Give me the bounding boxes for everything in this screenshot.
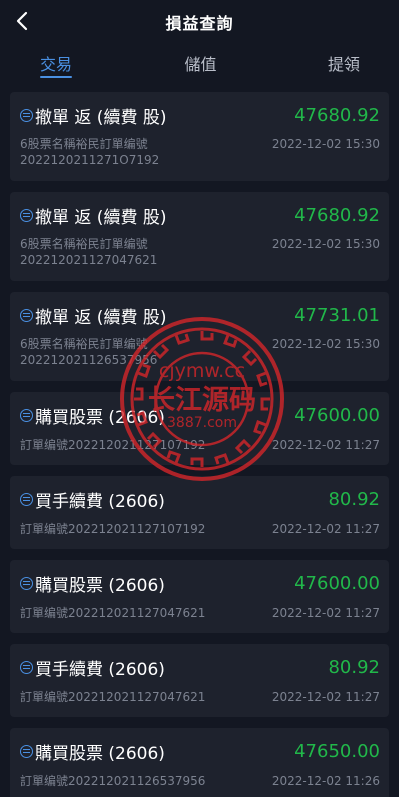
tab-withdraw-label: 提領 (327, 55, 360, 74)
record-name: 買手續費 (2606) (35, 491, 165, 512)
tab-deposit-label: 儲值 (184, 55, 217, 74)
record-order-id: 202212021127047621 (20, 253, 158, 267)
record-time: 2022-12-02 11:27 (271, 606, 380, 620)
record-amount: 47731.01 (294, 304, 380, 326)
menu-circle-icon (20, 744, 33, 758)
record-card[interactable]: 購買股票 (2606) 47600.00 訂單编號202212021127047… (10, 560, 389, 633)
record-time: 2022-12-02 11:27 (271, 438, 380, 452)
record-name: 購買股票 (2606) (35, 743, 165, 764)
page-title: 損益查詢 (165, 14, 234, 33)
record-card[interactable]: 撤單 返 (續費 股) 47680.92 6股票名稱裕民訂單编號 2022-12… (10, 192, 389, 281)
record-time: 2022-12-02 15:30 (271, 237, 380, 251)
record-card[interactable]: 買手續費 (2606) 80.92 訂單编號202212021127047621… (10, 644, 389, 717)
record-card[interactable]: 撤單 返 (續費 股) 47731.01 6股票名稱裕民訂單编號 2022-12… (10, 292, 389, 381)
record-description: 6股票名稱裕民訂單编號 (20, 237, 148, 251)
record-order-id: 2022120211271O7192 (20, 153, 160, 167)
record-order-id: 訂單编號202212021127047621 (20, 690, 206, 704)
record-amount: 80.92 (328, 656, 380, 678)
menu-circle-icon (20, 492, 33, 506)
tab-active-indicator (40, 76, 72, 78)
menu-circle-icon (20, 576, 33, 590)
record-amount: 47600.00 (294, 404, 380, 426)
tab-withdraw[interactable]: 提領 (289, 44, 399, 86)
chevron-left-icon[interactable] (15, 11, 29, 31)
page: 損益查詢 交易 儲值 提領 撤單 返 (續費 股) 47680.92 6股票名稱… (0, 0, 399, 797)
header: 損益查詢 (0, 0, 399, 44)
record-order-id: 202212021126537956 (20, 353, 158, 367)
record-name: 撤單 返 (續費 股) (35, 307, 167, 328)
record-time: 2022-12-02 11:26 (271, 774, 380, 788)
record-name: 購買股票 (2606) (35, 407, 165, 428)
record-time: 2022-12-02 11:27 (271, 522, 380, 536)
record-card[interactable]: 購買股票 (2606) 47600.00 訂單编號202212021127107… (10, 392, 389, 465)
record-order-id: 訂單编號202212021126537956 (20, 774, 206, 788)
menu-circle-icon (20, 408, 33, 422)
record-order-id: 訂單编號202212021127107192 (20, 522, 206, 536)
tab-trade-label: 交易 (39, 55, 72, 74)
record-amount: 47680.92 (294, 104, 380, 126)
record-description: 6股票名稱裕民訂單编號 (20, 137, 148, 151)
record-name: 撤單 返 (續費 股) (35, 107, 167, 128)
menu-circle-icon (20, 108, 33, 122)
tab-trade[interactable]: 交易 (0, 44, 112, 86)
tab-bar: 交易 儲值 提領 (0, 44, 399, 86)
record-order-id: 訂單编號202212021127047621 (20, 606, 206, 620)
back-button[interactable] (10, 8, 34, 34)
record-description: 6股票名稱裕民訂單编號 (20, 337, 148, 351)
record-amount: 47680.92 (294, 204, 380, 226)
record-name: 購買股票 (2606) (35, 575, 165, 596)
record-name: 撤單 返 (續費 股) (35, 207, 167, 228)
record-card[interactable]: 撤單 返 (續費 股) 47680.92 6股票名稱裕民訂單编號 2022-12… (10, 92, 389, 181)
record-card[interactable]: 買手續費 (2606) 80.92 訂單编號202212021127107192… (10, 476, 389, 549)
record-time: 2022-12-02 11:27 (271, 690, 380, 704)
record-order-id: 訂單编號202212021127107192 (20, 438, 206, 452)
record-name: 買手續費 (2606) (35, 659, 165, 680)
record-card[interactable]: 購買股票 (2606) 47650.00 訂單编號202212021126537… (10, 728, 389, 797)
tab-deposit[interactable]: 儲值 (112, 44, 289, 86)
record-amount: 80.92 (328, 488, 380, 510)
menu-circle-icon (20, 308, 33, 322)
record-time: 2022-12-02 15:30 (271, 337, 380, 351)
record-amount: 47600.00 (294, 572, 380, 594)
record-amount: 47650.00 (294, 740, 380, 762)
record-time: 2022-12-02 15:30 (271, 137, 380, 151)
menu-circle-icon (20, 660, 33, 674)
menu-circle-icon (20, 208, 33, 222)
records-list: 撤單 返 (續費 股) 47680.92 6股票名稱裕民訂單编號 2022-12… (0, 86, 399, 797)
